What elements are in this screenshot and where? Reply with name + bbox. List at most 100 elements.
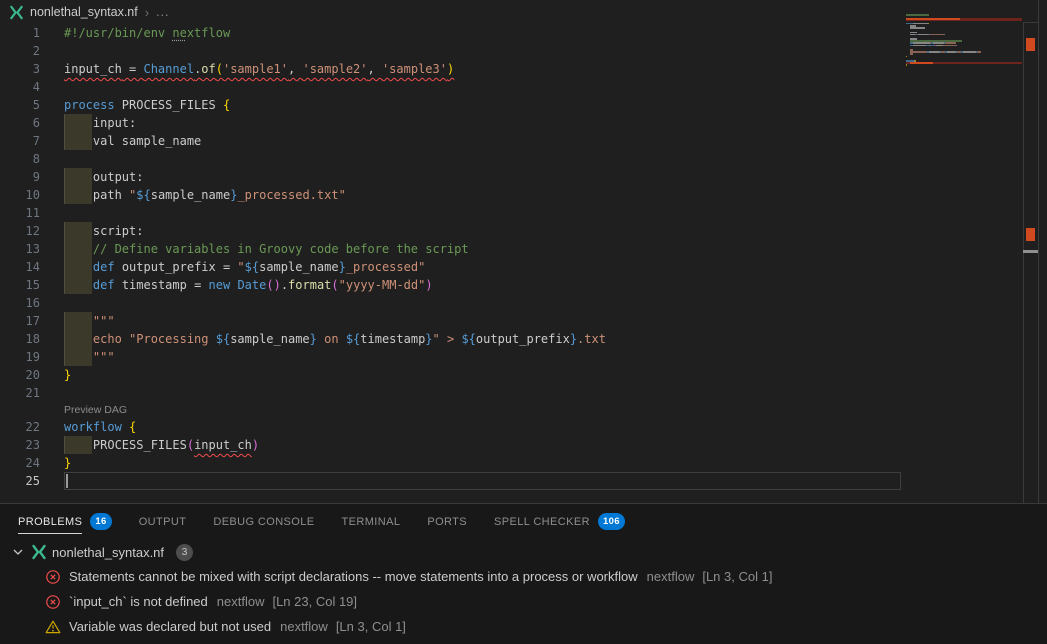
tab-badge: 16 — [90, 513, 111, 530]
line-number[interactable]: 19 — [0, 348, 40, 366]
line-number[interactable]: 3 — [0, 60, 40, 78]
indent-highlight — [64, 312, 92, 330]
line-number[interactable]: 11 — [0, 204, 40, 222]
code-line[interactable]: 18 echo "Processing ${sample_name} on ${… — [0, 330, 1038, 348]
code-line[interactable]: 1#!/usr/bin/env nextflow — [0, 24, 1038, 42]
code-line[interactable]: 5process PROCESS_FILES { — [0, 96, 1038, 114]
code-line[interactable]: 2 — [0, 42, 1038, 60]
indent-highlight — [64, 186, 92, 204]
line-number[interactable]: 15 — [0, 276, 40, 294]
line-number[interactable]: 10 — [0, 186, 40, 204]
panel-tab-debug-console[interactable]: DEBUG CONSOLE — [213, 504, 314, 539]
code-line[interactable]: 4 — [0, 78, 1038, 96]
code-line[interactable]: 7 val sample_name — [0, 132, 1038, 150]
panel-tab-terminal[interactable]: TERMINAL — [342, 504, 401, 539]
problem-message: `input_ch` is not defined — [69, 594, 208, 609]
line-number[interactable]: 12 — [0, 222, 40, 240]
line-number[interactable]: 8 — [0, 150, 40, 168]
code-line[interactable]: 16 — [0, 294, 1038, 312]
code-line[interactable]: 10 path "${sample_name}_processed.txt" — [0, 186, 1038, 204]
code-lines: 1#!/usr/bin/env nextflow23input_ch = Cha… — [0, 24, 1038, 490]
line-number[interactable]: 9 — [0, 168, 40, 186]
problem-row[interactable]: Variable was declared but not usednextfl… — [0, 614, 1047, 639]
text-cursor — [66, 474, 68, 488]
indent-highlight — [64, 258, 92, 276]
error-icon — [45, 569, 61, 585]
line-number[interactable]: 13 — [0, 240, 40, 258]
code-line[interactable]: 13 // Define variables in Groovy code be… — [0, 240, 1038, 258]
code-line[interactable]: 17 """ — [0, 312, 1038, 330]
breadcrumb-ellipsis[interactable]: ... — [156, 5, 169, 19]
indent-highlight — [64, 168, 92, 186]
breadcrumb-file[interactable]: nonlethal_syntax.nf — [30, 5, 138, 19]
overview-ruler-border — [1023, 22, 1024, 503]
code-line[interactable]: 21 — [0, 384, 1038, 402]
code-line[interactable]: 25 — [0, 472, 1038, 490]
problems-tree: nonlethal_syntax.nf 3 Statements cannot … — [0, 539, 1047, 639]
line-number[interactable]: 22 — [0, 418, 40, 436]
problem-row[interactable]: `input_ch` is not definednextflow[Ln 23,… — [0, 589, 1047, 614]
problem-rows: Statements cannot be mixed with script d… — [0, 564, 1047, 639]
warning-icon — [45, 619, 61, 635]
line-number[interactable]: 4 — [0, 78, 40, 96]
line-number[interactable]: 6 — [0, 114, 40, 132]
minimap-slider-edge — [1023, 22, 1038, 23]
code-line[interactable]: 11 — [0, 204, 1038, 222]
code-editor: 1#!/usr/bin/env nextflow23input_ch = Cha… — [0, 24, 1038, 490]
line-number[interactable]: 14 — [0, 258, 40, 276]
line-number[interactable]: 1 — [0, 24, 40, 42]
code-lens-link[interactable]: Preview DAG — [64, 404, 127, 416]
panel-tab-spell-checker[interactable]: SPELL CHECKER106 — [494, 504, 625, 539]
indent-highlight — [64, 276, 92, 294]
chevron-down-icon[interactable] — [10, 544, 26, 560]
panel-tab-problems[interactable]: PROBLEMS16 — [18, 504, 112, 539]
line-number[interactable]: 21 — [0, 384, 40, 402]
code-line[interactable]: 20} — [0, 366, 1038, 384]
panel-tab-output[interactable]: OUTPUT — [139, 504, 187, 539]
tab-badge: 106 — [598, 513, 625, 530]
indent-highlight — [64, 330, 92, 348]
problem-location: [Ln 3, Col 1] — [702, 569, 772, 584]
overview-error-marker[interactable] — [1026, 228, 1035, 241]
code-line[interactable]: 22workflow { — [0, 418, 1038, 436]
line-number[interactable]: 18 — [0, 330, 40, 348]
line-number[interactable]: 20 — [0, 366, 40, 384]
error-icon — [45, 594, 61, 610]
line-number[interactable]: 16 — [0, 294, 40, 312]
panel-tab-ports[interactable]: PORTS — [427, 504, 467, 539]
code-line[interactable]: 9 output: — [0, 168, 1038, 186]
code-line[interactable]: 14 def output_prefix = "${sample_name}_p… — [0, 258, 1038, 276]
breadcrumb: nonlethal_syntax.nf › ... — [0, 0, 1047, 24]
indent-highlight — [64, 348, 92, 366]
indent-highlight — [64, 240, 92, 258]
panel-tabs: PROBLEMS16 OUTPUT DEBUG CONSOLE TERMINAL POR… — [0, 504, 1047, 539]
line-number[interactable]: 5 — [0, 96, 40, 114]
problem-location: [Ln 3, Col 1] — [336, 619, 406, 634]
problem-location: [Ln 23, Col 19] — [272, 594, 357, 609]
indent-highlight — [64, 132, 92, 150]
minimap[interactable] — [906, 14, 1022, 69]
code-line[interactable]: 24} — [0, 454, 1038, 472]
line-number[interactable]: 7 — [0, 132, 40, 150]
problem-message: Statements cannot be mixed with script d… — [69, 569, 638, 584]
line-number[interactable]: 2 — [0, 42, 40, 60]
line-number[interactable]: 17 — [0, 312, 40, 330]
problems-file-row[interactable]: nonlethal_syntax.nf 3 — [0, 540, 1047, 564]
line-number[interactable]: 25 — [0, 472, 40, 490]
line-number[interactable]: 24 — [0, 454, 40, 472]
code-line[interactable]: 8 — [0, 150, 1038, 168]
line-number[interactable]: 23 — [0, 436, 40, 454]
code-line[interactable]: 23 PROCESS_FILES(input_ch) — [0, 436, 1038, 454]
nextflow-icon — [31, 544, 47, 560]
code-line[interactable]: 3input_ch = Channel.of('sample1', 'sampl… — [0, 60, 1038, 78]
code-line[interactable]: 12 script: — [0, 222, 1038, 240]
code-line[interactable]: 19 """ — [0, 348, 1038, 366]
problem-row[interactable]: Statements cannot be mixed with script d… — [0, 564, 1047, 589]
code-line[interactable]: 6 input: — [0, 114, 1038, 132]
problems-file-name: nonlethal_syntax.nf — [52, 545, 164, 560]
indent-highlight — [64, 222, 92, 240]
code-line[interactable]: 15 def timestamp = new Date().format("yy… — [0, 276, 1038, 294]
problems-count-badge: 3 — [176, 544, 193, 561]
problem-source: nextflow — [280, 619, 328, 634]
overview-error-marker[interactable] — [1026, 38, 1035, 51]
